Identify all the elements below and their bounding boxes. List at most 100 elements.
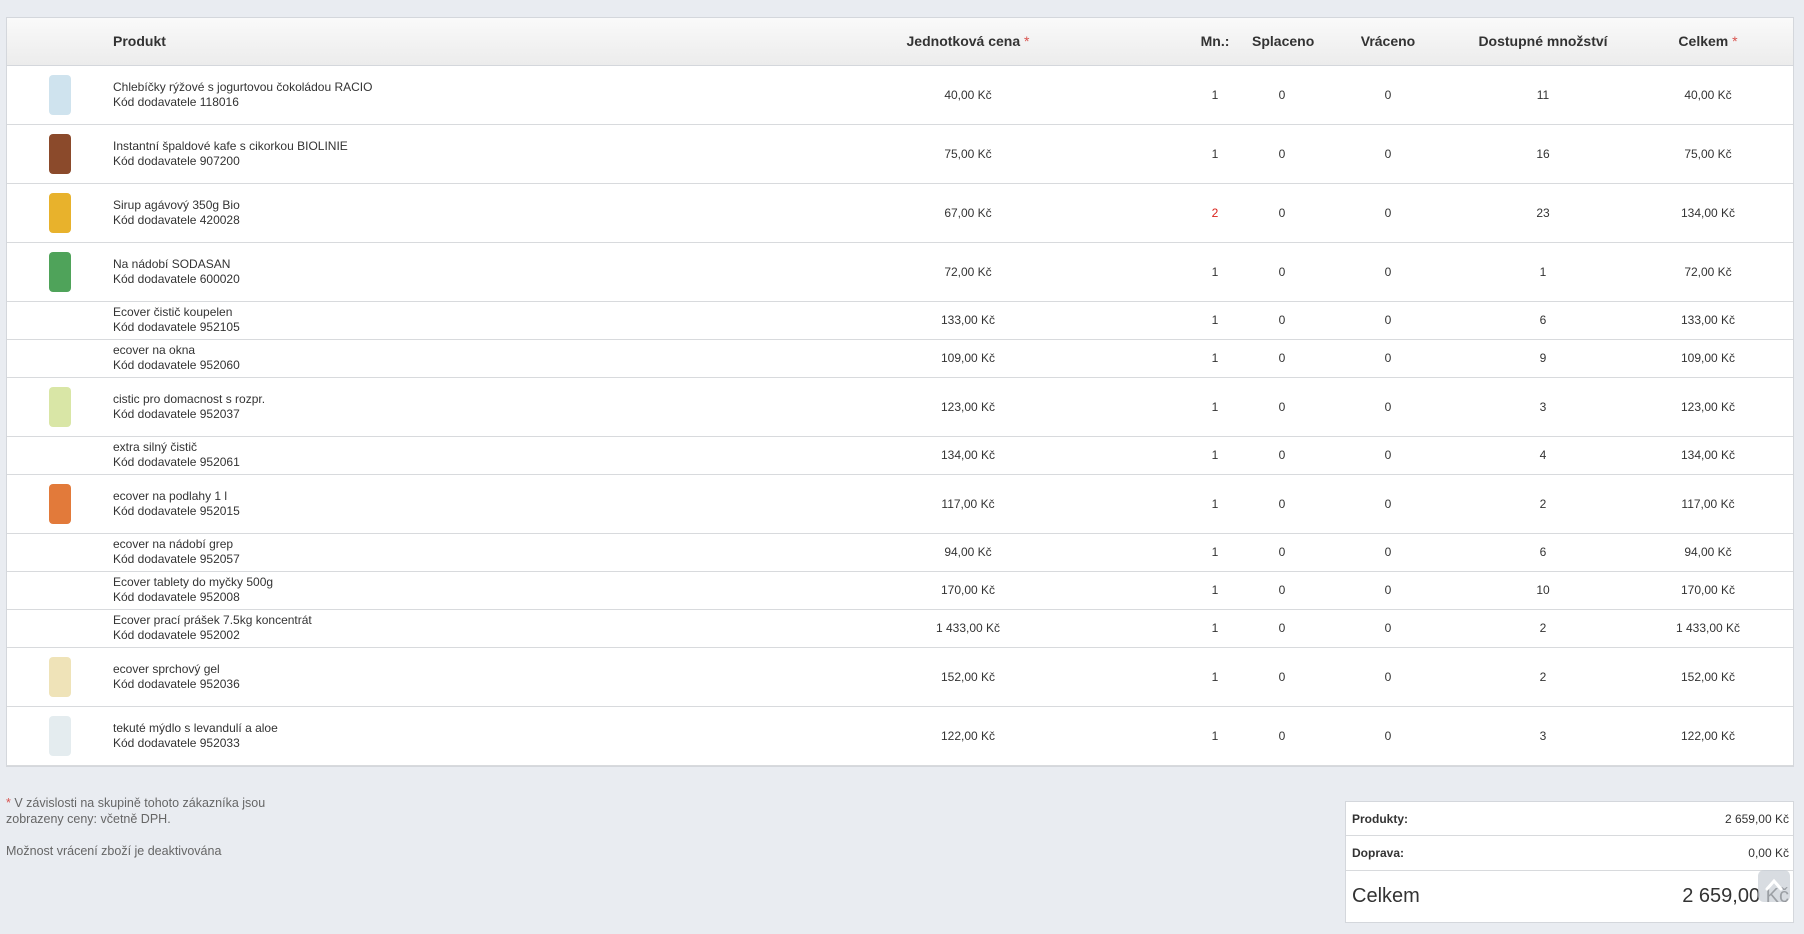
product-name[interactable]: Sirup agávový 350g Bio: [113, 198, 893, 213]
product-name-cell: ecover na okna Kód dodavatele 952060: [113, 339, 893, 378]
unit-price: 109,00 Kč: [893, 339, 1043, 378]
scroll-to-top-button[interactable]: [1758, 870, 1790, 902]
available-quantity: 2: [1463, 609, 1623, 648]
product-thumbnail[interactable]: [49, 656, 71, 697]
row-total: 1 433,00 Kč: [1623, 609, 1793, 648]
product-name-cell: Ecover tablety do myčky 500g Kód dodavate…: [113, 571, 893, 610]
product-image-cell: [7, 609, 113, 648]
price-note: * V závislosti na skupině tohoto zákazní…: [6, 795, 306, 827]
paid-quantity: 0: [1251, 377, 1313, 437]
table-row: cistic pro domacnost s rozpr. Kód dodavat…: [7, 377, 1793, 437]
product-name[interactable]: Ecover čistič koupelen: [113, 305, 893, 320]
supplier-code: Kód dodavatele 952037: [113, 406, 240, 421]
header-total: Celkem *: [1623, 18, 1793, 66]
supplier-code: Kód dodavatele 907200: [113, 153, 240, 168]
unit-price: 152,00 Kč: [893, 647, 1043, 707]
product-name[interactable]: ecover na okna: [113, 343, 893, 358]
table-row: Sirup agávový 350g Bio Kód dodavatele 420…: [7, 183, 1793, 243]
quantity: 1: [1179, 647, 1251, 707]
product-name[interactable]: Instantní špaldové kafe s cikorkou BIOLI…: [113, 139, 893, 154]
available-quantity: 1: [1463, 242, 1623, 302]
product-image-cell: [7, 436, 113, 475]
returned-quantity: 0: [1313, 339, 1463, 378]
product-thumbnail[interactable]: [49, 251, 71, 292]
product-thumbnail[interactable]: [49, 386, 71, 427]
product-name[interactable]: Na nádobí SODASAN: [113, 257, 893, 272]
available-quantity: 4: [1463, 436, 1623, 475]
row-total: 40,00 Kč: [1623, 65, 1793, 125]
row-total: 152,00 Kč: [1623, 647, 1793, 707]
product-thumbnail[interactable]: [49, 133, 71, 174]
supplier-code: Kód dodavatele 420028: [113, 212, 240, 227]
product-thumbnail[interactable]: [49, 483, 71, 524]
spacer: [1043, 339, 1179, 378]
product-image-cell: [7, 647, 113, 707]
totals-products-label: Produkty:: [1352, 811, 1409, 826]
table-row: Chlebíčky rýžové s jogurtovou čokoládou …: [7, 65, 1793, 125]
table-row: Ecover prací prášek 7.5kg koncentrát Kód …: [7, 609, 1793, 648]
table-row: Instantní špaldové kafe s cikorkou BIOLI…: [7, 124, 1793, 184]
paid-quantity: 0: [1251, 474, 1313, 534]
row-total: 123,00 Kč: [1623, 377, 1793, 437]
product-name[interactable]: ecover na podlahy 1 l: [113, 489, 893, 504]
product-name[interactable]: Ecover prací prášek 7.5kg koncentrát: [113, 613, 893, 628]
table-row: Ecover čistič koupelen Kód dodavatele 952…: [7, 301, 1793, 340]
product-name[interactable]: Ecover tablety do myčky 500g: [113, 575, 893, 590]
unit-price: 1 433,00 Kč: [893, 609, 1043, 648]
returned-quantity: 0: [1313, 474, 1463, 534]
quantity: 1: [1179, 533, 1251, 572]
order-products-panel: Produkt Jednotková cena * Mn.: Splaceno …: [6, 17, 1794, 767]
unit-price: 122,00 Kč: [893, 706, 1043, 766]
returned-quantity: 0: [1313, 436, 1463, 475]
quantity: 1: [1179, 301, 1251, 340]
quantity: 1: [1179, 124, 1251, 184]
product-image-cell: [7, 301, 113, 340]
quantity: 2: [1179, 183, 1251, 243]
unit-price: 133,00 Kč: [893, 301, 1043, 340]
spacer: [1043, 609, 1179, 648]
product-name-cell: cistic pro domacnost s rozpr. Kód dodavat…: [113, 377, 893, 437]
product-name[interactable]: cistic pro domacnost s rozpr.: [113, 392, 893, 407]
row-total: 170,00 Kč: [1623, 571, 1793, 610]
row-total: 134,00 Kč: [1623, 183, 1793, 243]
product-name-cell: Instantní špaldové kafe s cikorkou BIOLI…: [113, 124, 893, 184]
product-name[interactable]: Chlebíčky rýžové s jogurtovou čokoládou …: [113, 80, 893, 95]
quantity: 1: [1179, 474, 1251, 534]
product-name[interactable]: ecover sprchový gel: [113, 662, 893, 677]
product-name-cell: ecover na podlahy 1 l Kód dodavatele 9520…: [113, 474, 893, 534]
return-disabled-note: Možnost vrácení zboží je deaktivována: [6, 844, 222, 858]
totals-products-value: 2 659,00 Kč: [1724, 811, 1789, 826]
table-header-row: Produkt Jednotková cena * Mn.: Splaceno …: [7, 18, 1793, 66]
product-image-cell: [7, 339, 113, 378]
available-quantity: 3: [1463, 377, 1623, 437]
product-image-cell: [7, 533, 113, 572]
product-name[interactable]: ecover na nádobí grep: [113, 537, 893, 552]
product-thumbnail[interactable]: [49, 715, 71, 756]
returned-quantity: 0: [1313, 706, 1463, 766]
quantity: 1: [1179, 609, 1251, 648]
header-available: Dostupné množství: [1463, 18, 1623, 66]
available-quantity: 9: [1463, 339, 1623, 378]
returned-quantity: 0: [1313, 124, 1463, 184]
product-name-cell: Chlebíčky rýžové s jogurtovou čokoládou …: [113, 65, 893, 125]
note-text: V závislosti na skupině tohoto zákazníka…: [6, 796, 266, 826]
row-total: 134,00 Kč: [1623, 436, 1793, 475]
product-name[interactable]: tekuté mýdlo s levandulí a aloe: [113, 721, 893, 736]
paid-quantity: 0: [1251, 571, 1313, 610]
product-name[interactable]: extra silný čistič: [113, 440, 893, 455]
header-image: [7, 18, 113, 66]
returned-quantity: 0: [1313, 183, 1463, 243]
quantity: 1: [1179, 377, 1251, 437]
totals-products-row: Produkty: 2 659,00 Kč: [1346, 802, 1793, 836]
table-row: ecover na podlahy 1 l Kód dodavatele 9520…: [7, 474, 1793, 534]
paid-quantity: 0: [1251, 609, 1313, 648]
returned-quantity: 0: [1313, 301, 1463, 340]
supplier-code: Kód dodavatele 600020: [113, 271, 240, 286]
available-quantity: 10: [1463, 571, 1623, 610]
totals-shipping-value: 0,00 Kč: [1748, 846, 1789, 860]
product-thumbnail[interactable]: [49, 192, 71, 233]
product-thumbnail[interactable]: [49, 74, 71, 115]
paid-quantity: 0: [1251, 65, 1313, 125]
spacer: [1043, 124, 1179, 184]
header-returned: Vráceno: [1313, 18, 1463, 66]
